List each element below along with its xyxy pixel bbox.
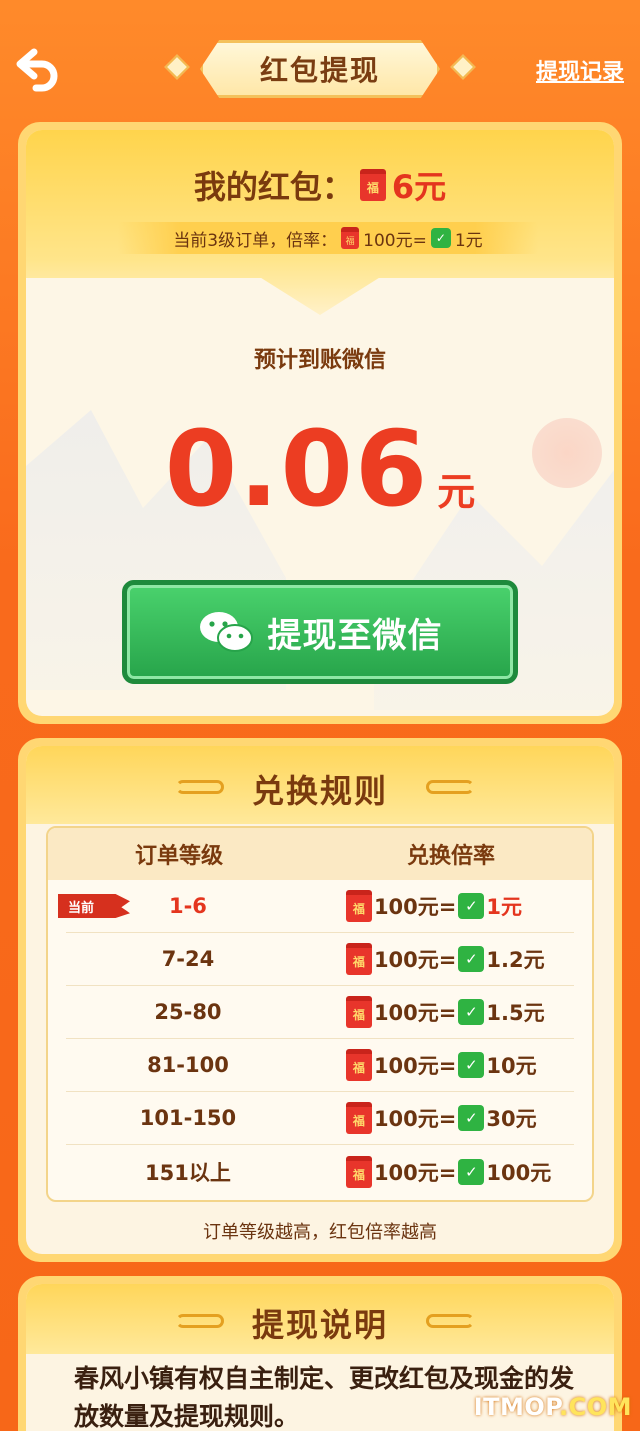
wechat-logo-icon xyxy=(199,612,253,652)
rate-right: 10元 xyxy=(486,1054,537,1078)
balance-label: 我的红包： xyxy=(193,168,354,206)
table-row: 7-24 福 100元= ✓ 1.2元 xyxy=(66,933,574,986)
row-rate: 福 100元= ✓ 30元 xyxy=(310,1102,574,1134)
withdraw-to-wechat-button[interactable]: 提现至微信 xyxy=(122,580,518,684)
rate-right: 1.2元 xyxy=(486,948,545,972)
rate-right: 100元 xyxy=(486,1160,552,1185)
row-level: 81-100 xyxy=(147,1053,229,1077)
title-ornament-right xyxy=(450,54,476,80)
table-header: 订单等级 兑换倍率 xyxy=(48,828,592,880)
column-header-rate: 兑换倍率 xyxy=(407,844,496,869)
redpacket-icon: 福 xyxy=(341,227,360,249)
site-watermark: ITMOP.COM xyxy=(474,1393,632,1421)
table-row: 25-80 福 100元= ✓ 1.5元 xyxy=(66,986,574,1039)
expected-amount: 0.06 元 xyxy=(26,408,614,530)
wechat-icon: ✓ xyxy=(458,946,485,972)
row-rate: 福 100元= ✓ 1.2元 xyxy=(310,943,574,975)
redpacket-icon: 福 xyxy=(345,890,372,922)
row-rate: 福 100元= ✓ 10元 xyxy=(310,1049,574,1081)
table-row: 81-100 福 100元= ✓ 10元 xyxy=(66,1039,574,1092)
column-header-level: 订单等级 xyxy=(135,844,224,869)
current-rate-strip: 当前3级订单，倍率： 福 100元= ✓ 1元 xyxy=(118,222,538,254)
redpacket-icon: 福 xyxy=(345,1049,372,1081)
row-rate: 福 100元= ✓ 1.5元 xyxy=(310,996,574,1028)
row-level: 101-150 xyxy=(139,1106,237,1130)
rules-table: 订单等级 兑换倍率 当前 1-6 福 100元= ✓ 1元 7-24 福 100… xyxy=(46,826,594,1202)
table-row: 101-150 福 100元= ✓ 30元 xyxy=(66,1092,574,1145)
instructions-title: 提现说明 xyxy=(251,1306,388,1344)
current-tag: 当前 xyxy=(58,894,130,918)
expected-amount-unit: 元 xyxy=(437,470,476,514)
row-rate: 福 100元= ✓ 100元 xyxy=(310,1155,574,1188)
wechat-icon: ✓ xyxy=(458,1158,485,1185)
redpacket-icon: 福 xyxy=(345,1102,372,1134)
wechat-icon: ✓ xyxy=(458,1105,485,1131)
withdraw-button-label: 提现至微信 xyxy=(267,615,443,656)
expected-label: 预计到账微信 xyxy=(253,348,386,373)
rate-left: 100元= xyxy=(373,1160,457,1185)
rate-right: 1.5元 xyxy=(486,1001,545,1025)
rate-left-value: 100元= xyxy=(363,230,427,251)
rate-left: 100元= xyxy=(373,1001,457,1025)
rate-left: 100元= xyxy=(373,1054,457,1078)
expected-amount-value: 0.06 xyxy=(164,408,430,530)
table-row: 151以上 福 100元= ✓ 100元 xyxy=(66,1145,574,1198)
table-row: 当前 1-6 福 100元= ✓ 1元 xyxy=(58,880,574,933)
redpacket-icon: 福 xyxy=(345,943,372,975)
exchange-rules-card: 兑换规则 订单等级 兑换倍率 当前 1-6 福 100元= ✓ 1元 7-24 xyxy=(18,738,622,1262)
withdraw-records-link[interactable]: 提现记录 xyxy=(536,54,624,86)
redpacket-icon: 福 xyxy=(345,996,372,1028)
wechat-icon: ✓ xyxy=(458,1052,485,1078)
redpacket-icon: 福 xyxy=(345,1155,372,1188)
rate-left: 100元= xyxy=(373,895,457,919)
row-level: 151以上 xyxy=(145,1160,231,1185)
rate-right-value: 1元 xyxy=(454,230,483,251)
watermark-brand: ITMOP xyxy=(473,1393,559,1421)
balance-card: 我的红包： 福 6元 当前3级订单，倍率： 福 100元= ✓ 1元 预计到账微… xyxy=(18,122,622,724)
rate-right: 30元 xyxy=(486,1107,537,1131)
balance-amount: 6元 xyxy=(391,168,447,206)
watermark-suffix: .COM xyxy=(558,1393,632,1421)
header: 红包提现 提现记录 xyxy=(0,0,640,120)
title-ornament-left xyxy=(164,54,190,80)
redpacket-icon: 福 xyxy=(359,169,386,201)
row-level: 7-24 xyxy=(161,947,215,971)
rules-title: 兑换规则 xyxy=(251,772,388,810)
rate-right: 1元 xyxy=(486,895,522,919)
wechat-icon: ✓ xyxy=(458,999,485,1025)
page-title: 红包提现 xyxy=(200,40,440,98)
back-button[interactable] xyxy=(14,42,64,92)
rate-prefix: 当前3级订单，倍率： xyxy=(173,230,338,251)
wechat-icon: ✓ xyxy=(430,228,451,248)
rate-left: 100元= xyxy=(373,1107,457,1131)
rules-note: 订单等级越高，红包倍率越高 xyxy=(203,1222,437,1243)
row-rate: 福 100元= ✓ 1元 xyxy=(310,890,574,922)
back-arrow-icon xyxy=(16,48,58,92)
row-level: 25-80 xyxy=(154,1000,222,1024)
wechat-icon: ✓ xyxy=(458,893,485,919)
my-redpacket-balance: 我的红包： 福 6元 xyxy=(26,162,614,208)
rate-left: 100元= xyxy=(373,948,457,972)
